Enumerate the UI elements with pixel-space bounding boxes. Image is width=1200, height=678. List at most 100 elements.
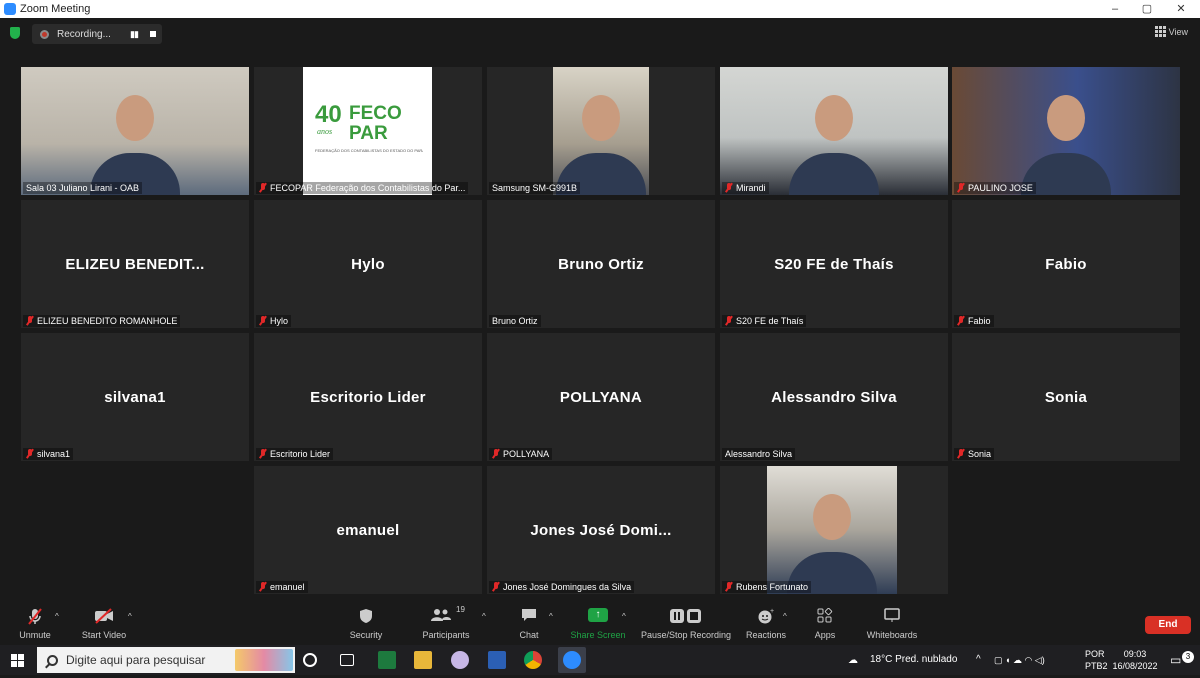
mic-muted-icon [725,316,733,325]
participant-tile[interactable]: silvana1 silvana1 [21,333,249,461]
participant-name-tag: Escritorio Lider [256,448,334,460]
participant-tile[interactable]: Sonia Sonia [952,333,1180,461]
participant-name: Rubens Fortunato [736,582,809,592]
participant-tile[interactable]: Escritorio Lider Escritorio Lider [254,333,482,461]
participant-tile[interactable]: Fabio Fabio [952,200,1180,328]
participant-tile[interactable]: Samsung SM-G991B [487,67,715,195]
participant-name: Bruno Ortiz [492,316,538,326]
notifications-count: 3 [1182,651,1194,663]
participant-name: Fabio [968,316,991,326]
search-placeholder: Digite aqui para pesquisar [66,653,206,667]
participant-tile[interactable]: S20 FE de Thaís S20 FE de Thaís [720,200,948,328]
stop-recording-icon[interactable] [150,31,156,37]
logo-sub: anos [317,127,333,136]
participant-display-name: Bruno Ortiz [558,256,644,273]
apps-label: Apps [814,630,836,640]
end-meeting-button[interactable]: End [1145,616,1191,634]
participant-name-tag: Alessandro Silva [722,448,796,460]
unmute-button[interactable]: Unmute [10,600,60,645]
participant-name-tag: Rubens Fortunato [722,581,812,593]
chat-chevron-icon[interactable]: ^ [549,612,553,621]
participant-tile[interactable]: Sala 03 Juliano Lirani - OAB [21,67,249,195]
participant-name: Jones José Domingues da Silva [503,582,632,592]
video-options-chevron-icon[interactable]: ^ [128,612,132,621]
minimize-button[interactable]: – [1100,0,1130,18]
mic-muted-icon [957,183,965,192]
person-body [789,153,879,195]
pause-recording-icon[interactable]: ▮▮ [130,29,139,40]
excel-icon[interactable] [378,651,396,669]
clock[interactable]: 09:03 16/08/2022 [1112,648,1158,678]
whiteboards-button[interactable]: Whiteboards [864,600,920,645]
view-button[interactable]: View [1154,26,1188,37]
participant-tile[interactable]: PAULINO JOSE [952,67,1180,195]
participant-name: silvana1 [37,449,71,459]
search-highlight-image[interactable] [235,649,293,671]
person-silhouette [813,494,851,541]
share-chevron-icon[interactable]: ^ [622,612,626,621]
cortana-icon[interactable] [303,653,317,667]
meeting-topbar: Recording... ▮▮ View [0,18,1200,48]
participant-video [553,67,649,195]
windows-start-icon[interactable] [11,654,24,667]
participant-tile[interactable]: emanuel emanuel [254,466,482,594]
task-view-icon[interactable] [340,654,354,666]
input-language[interactable]: POR PTB2 [1085,648,1108,678]
fecopar-logo: 40 anos FECO PAR FEDERAÇÃO DOS CONTABILISTAS… [303,67,432,195]
weather-cloud-icon[interactable]: ☁ [848,646,858,676]
participants-chevron-icon[interactable]: ^ [482,612,486,621]
participant-tile[interactable]: Hylo Hylo [254,200,482,328]
notifications-icon[interactable]: ▭ [1170,645,1181,675]
participant-tile[interactable]: 40 anos FECO PAR FEDERAÇÃO DOS CONTABILISTAS… [254,67,482,195]
word-icon[interactable] [488,651,506,669]
chrome-icon[interactable] [524,651,542,669]
reactions-button[interactable]: + Reactions [742,600,790,645]
participant-tile[interactable]: Bruno Ortiz Bruno Ortiz [487,200,715,328]
participant-name: ELIZEU BENEDITO ROMANHOLE [37,316,178,326]
audio-options-chevron-icon[interactable]: ^ [55,612,59,621]
zoom-app-icon [4,3,16,15]
tray-icons[interactable]: ▢ ◖ ☁ ◠ ◁) [994,645,1045,675]
security-button[interactable]: Security [343,600,389,645]
participant-tile[interactable]: Rubens Fortunato [720,466,948,594]
participant-name-tag: Jones José Domingues da Silva [489,581,635,593]
participant-name: FECOPAR Federação dos Contabilistas do P… [270,183,466,193]
maximize-button[interactable]: ▢ [1132,0,1162,18]
participant-display-name: Jones José Domi... [530,522,672,539]
mic-muted-icon [957,449,965,458]
lang-line1: POR [1085,649,1105,659]
share-screen-button[interactable]: ↑ Share Screen [570,600,626,645]
mic-muted-icon [28,608,42,625]
participant-tile[interactable]: ELIZEU BENEDIT... ELIZEU BENEDITO ROMANHO… [21,200,249,328]
participant-display-name: ELIZEU BENEDIT... [65,256,205,273]
participant-name-tag: Sala 03 Juliano Lirani - OAB [23,182,143,194]
participant-name-tag: Mirandi [722,182,769,194]
svg-text:+: + [770,608,774,615]
logo-line2: PAR [349,123,388,144]
mic-muted-icon [957,316,965,325]
participant-tile[interactable]: Alessandro Silva Alessandro Silva [720,333,948,461]
file-explorer-icon[interactable] [414,651,432,669]
start-video-button[interactable]: Start Video [76,600,132,645]
participant-tile[interactable]: POLLYANA POLLYANA [487,333,715,461]
window-titlebar: Zoom Meeting – ▢ ✕ [0,0,1200,18]
participant-name: Sonia [968,449,992,459]
pause-stop-recording-button[interactable]: Pause/Stop Recording [640,600,732,645]
close-button[interactable]: ✕ [1166,0,1196,18]
apps-button[interactable]: Apps [810,600,840,645]
zoom-taskbar-icon[interactable] [558,647,586,673]
mic-muted-icon [26,449,34,458]
participants-button[interactable]: 19 Participants [420,600,472,645]
participant-tile[interactable]: Mirandi [720,67,948,195]
chat-bubble-icon [522,609,536,621]
tray-chevron-icon[interactable]: ^ [976,645,981,675]
mic-muted-icon [259,183,267,192]
reactions-chevron-icon[interactable]: ^ [783,612,787,621]
weather-text[interactable]: 18°C Pred. nublado [870,645,957,675]
security-shield-icon[interactable] [10,27,20,39]
reactions-label: Reactions [745,630,787,640]
paint-icon[interactable] [451,651,469,669]
taskbar-search-box[interactable]: Digite aqui para pesquisar [37,647,295,673]
participant-tile[interactable]: Jones José Domi... Jones José Domingues d… [487,466,715,594]
chat-button[interactable]: Chat [514,600,544,645]
